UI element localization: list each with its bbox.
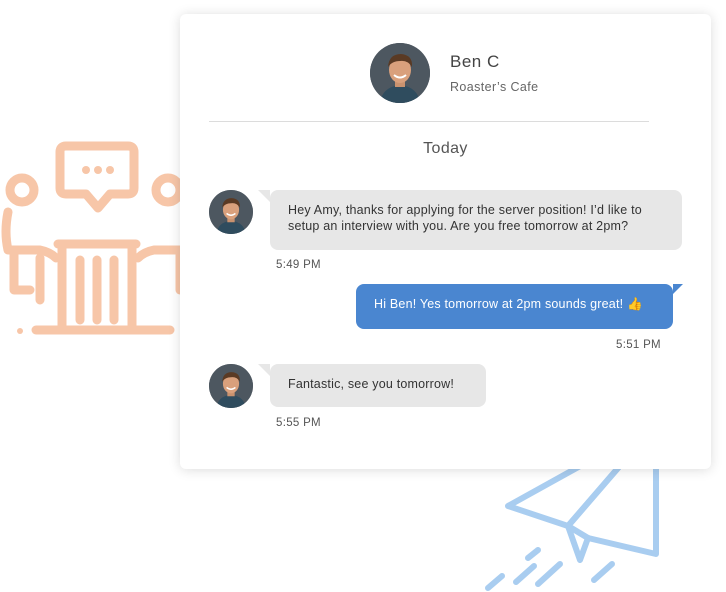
message-avatar — [209, 190, 253, 234]
profile-photo-avatar-icon — [370, 43, 430, 103]
message-bubble-outgoing[interactable]: Hi Ben! Yes tomorrow at 2pm sounds great… — [356, 284, 683, 329]
contact-name: Ben C — [450, 52, 500, 71]
message-timestamp: 5:51 PM — [616, 339, 661, 351]
date-separator: Today — [423, 140, 468, 157]
message-bubble-incoming[interactable]: Fantastic, see you tomorrow! — [258, 364, 486, 407]
profile-photo-avatar-icon — [209, 190, 253, 234]
interview-meeting-icon — [1, 141, 193, 335]
header-divider — [209, 121, 649, 122]
message-timestamp: 5:55 PM — [276, 417, 321, 429]
chat-window: Ben C Roaster’s Cafe Today Hey Amy, than… — [180, 14, 711, 469]
contact-avatar[interactable] — [370, 43, 430, 103]
contact-business: Roaster’s Cafe — [450, 80, 539, 94]
message-bubble-incoming[interactable]: Hey Amy, thanks for applying for the ser… — [258, 190, 682, 250]
message-timestamp: 5:49 PM — [276, 259, 321, 271]
profile-photo-avatar-icon — [209, 364, 253, 408]
message-avatar — [209, 364, 253, 408]
